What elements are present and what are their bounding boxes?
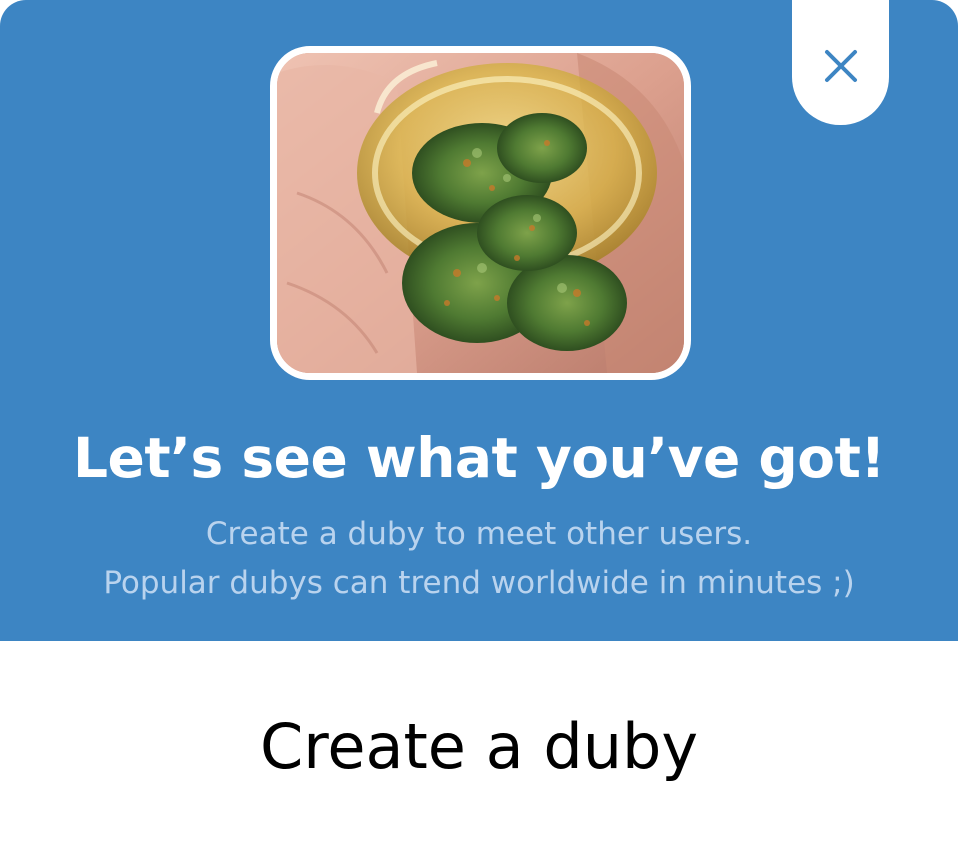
dialog-footer: Create a duby xyxy=(0,641,958,852)
close-button[interactable] xyxy=(792,0,889,125)
create-duby-button[interactable]: Create a duby xyxy=(0,641,958,852)
jar-of-buds-photo xyxy=(277,53,684,373)
dialog-subtitle-line1: Create a duby to meet other users. xyxy=(205,516,753,552)
dialog-headline: Let’s see what you’ve got! xyxy=(73,426,885,490)
promo-image xyxy=(270,46,691,380)
dialog-header: Let’s see what you’ve got! Create a duby… xyxy=(0,0,958,641)
dialog-subtitle-line2: Popular dubys can trend worldwide in min… xyxy=(103,565,855,601)
promo-dialog: Let’s see what you’ve got! Create a duby… xyxy=(0,0,958,852)
close-icon xyxy=(824,49,857,82)
